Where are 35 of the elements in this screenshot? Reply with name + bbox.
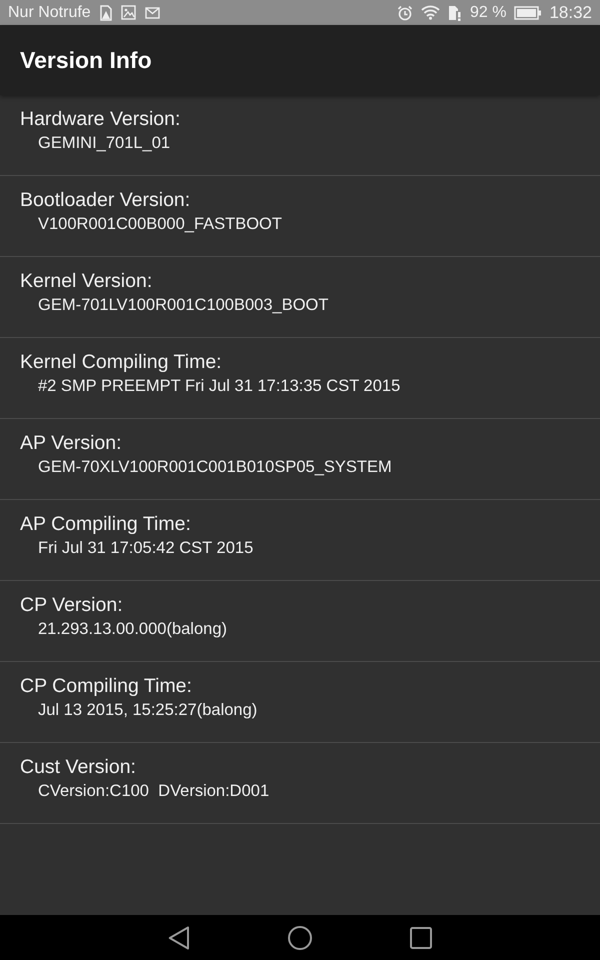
info-value: 21.293.13.00.000(balong): [37, 619, 227, 639]
home-button[interactable]: [288, 926, 312, 950]
screen-title: Version Info: [20, 46, 152, 74]
mail-icon: [144, 6, 160, 18]
info-label: CP Version:: [20, 593, 123, 617]
circle-home-icon: [288, 926, 312, 950]
info-label: Hardware Version:: [20, 107, 180, 131]
image-icon: [120, 5, 136, 20]
info-label: AP Version:: [20, 431, 122, 455]
info-label: Kernel Version:: [20, 269, 152, 293]
sim-warning-icon: [100, 4, 112, 20]
triangle-back-icon: [168, 926, 190, 950]
info-value: GEM-701LV100R001C100B003_BOOT: [37, 295, 328, 315]
info-value: Fri Jul 31 17:05:42 CST 2015: [37, 538, 254, 558]
info-label: Bootloader Version:: [20, 188, 190, 212]
recents-button[interactable]: [410, 926, 432, 948]
info-label: Cust Version:: [20, 755, 136, 779]
info-value: GEMINI_701L_01: [37, 133, 170, 153]
info-label: AP Compiling Time:: [20, 512, 191, 536]
wifi-icon: [420, 5, 440, 20]
info-value: Jul 13 2015, 15:25:27(balong): [37, 700, 258, 720]
info-value: #2 SMP PREEMPT Fri Jul 31 17:13:35 CST 2015: [37, 376, 400, 396]
info-value: GEM-70XLV100R001C001B010SP05_SYSTEM: [37, 457, 392, 477]
info-value: V100R001C00B000_FASTBOOT: [37, 214, 282, 234]
alarm-clock-icon: [396, 4, 413, 20]
info-label: CP Compiling Time:: [20, 674, 192, 698]
info-label: Kernel Compiling Time:: [20, 350, 222, 374]
info-value: CVersion:C100 DVersion:D001: [37, 781, 270, 801]
battery-icon: [514, 6, 542, 20]
clock-time: 18:32: [549, 2, 592, 22]
back-button[interactable]: [168, 926, 190, 950]
battery-percent: 92 %: [470, 2, 506, 22]
carrier-text: Nur Notrufe: [8, 2, 91, 22]
sim-card-alert-icon: [448, 4, 462, 20]
square-recents-icon: [410, 926, 432, 948]
